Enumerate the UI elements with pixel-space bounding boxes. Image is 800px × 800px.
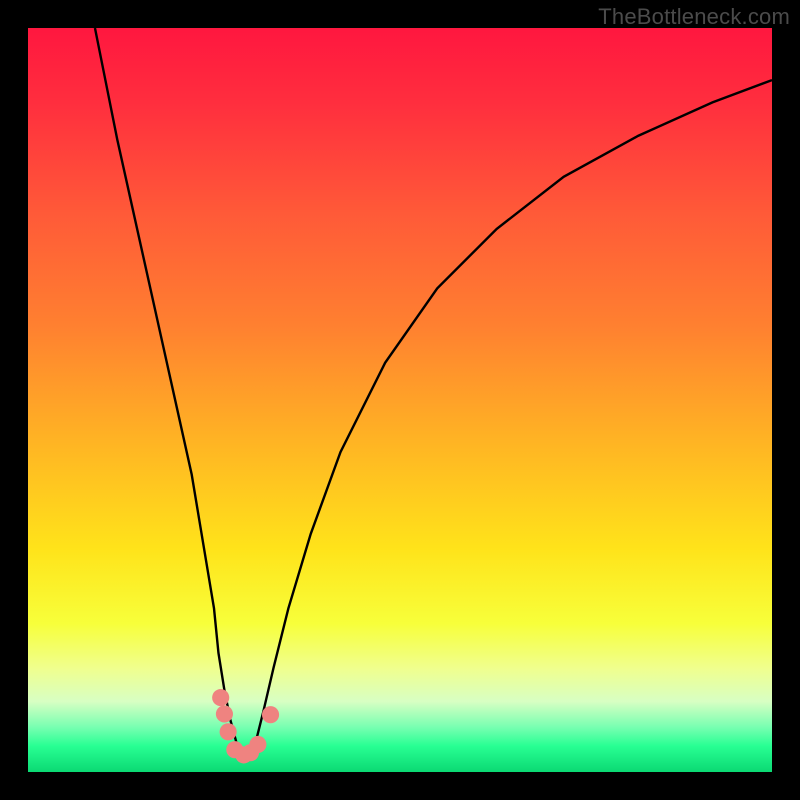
marker-dot <box>220 723 237 740</box>
marker-dot <box>216 705 233 722</box>
watermark-text: TheBottleneck.com <box>598 4 790 30</box>
chart-overlay <box>28 28 772 772</box>
marker-dot <box>249 736 266 753</box>
chart-frame: TheBottleneck.com <box>0 0 800 800</box>
plot-area <box>28 28 772 772</box>
bottleneck-curve <box>95 28 772 756</box>
markers-group <box>212 689 279 763</box>
marker-dot <box>212 689 229 706</box>
marker-dot <box>262 706 279 723</box>
